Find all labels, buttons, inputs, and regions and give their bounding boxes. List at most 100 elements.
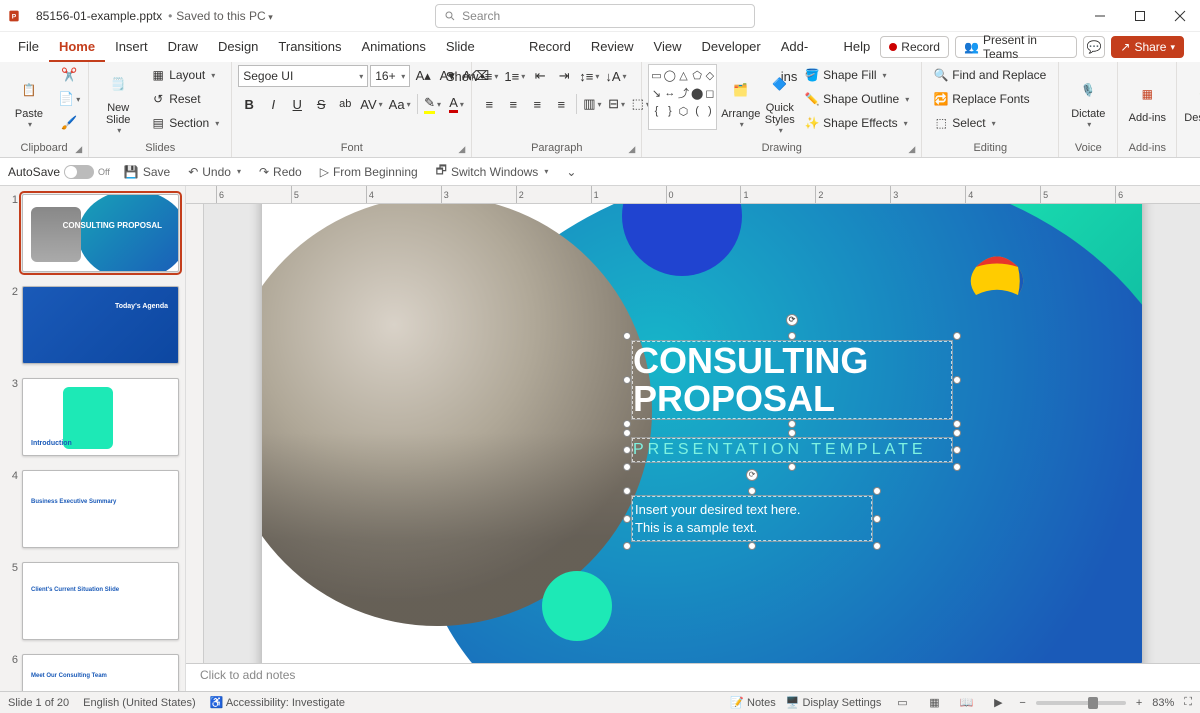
font-launcher[interactable]: ◢	[458, 142, 465, 156]
align-left-button[interactable]: ≡	[478, 93, 500, 115]
quick-styles-button[interactable]: 🔷 Quick Styles	[764, 64, 795, 136]
replace-button[interactable]: 🔁Replace Fonts	[928, 88, 1052, 110]
bullets-button[interactable]: •≡	[478, 65, 500, 87]
tab-view[interactable]: View	[644, 32, 692, 62]
save-state-dropdown[interactable]: Saved to this PC	[174, 9, 272, 23]
normal-view-button[interactable]: ▭	[891, 694, 913, 712]
drawing-launcher[interactable]: ◢	[908, 142, 915, 156]
slide-thumb-2[interactable]: Today's Agenda	[22, 286, 179, 364]
font-size-combo[interactable]: 16+	[370, 65, 410, 87]
tab-draw[interactable]: Draw	[158, 32, 208, 62]
shrink-font-button[interactable]: A▾	[436, 65, 458, 87]
vertical-ruler[interactable]	[186, 204, 204, 663]
font-name-combo[interactable]: Segoe UI	[238, 65, 368, 87]
italic-button[interactable]: I	[262, 93, 284, 115]
slideshow-view-button[interactable]: ▶	[987, 694, 1009, 712]
window-close-button[interactable]	[1160, 0, 1200, 32]
slide-canvas[interactable]: CONSULTING PROPOSAL ⟳ PRESENTATION TEMPL…	[262, 204, 1142, 663]
columns-button[interactable]: ▥	[581, 93, 603, 115]
zoom-out-button[interactable]: −	[1019, 697, 1025, 709]
title-textbox[interactable]: CONSULTING PROPOSAL ⟳	[632, 341, 952, 419]
share-button[interactable]: ↗Share	[1111, 36, 1184, 58]
horizontal-ruler[interactable]: 6543210123456	[186, 186, 1200, 204]
zoom-in-button[interactable]: +	[1136, 697, 1142, 709]
slide-thumb-6[interactable]: Meet Our Consulting Team	[22, 654, 179, 691]
comments-button[interactable]: 💬	[1083, 36, 1106, 58]
language-status[interactable]: English (United States)	[83, 697, 196, 709]
text-direction-button[interactable]: ↓A	[603, 65, 628, 87]
tab-transitions[interactable]: Transitions	[268, 32, 351, 62]
notes-pane[interactable]: Click to add notes	[186, 663, 1200, 691]
tab-design[interactable]: Design	[208, 32, 268, 62]
shape-effects-button[interactable]: ✨Shape Effects	[799, 112, 915, 134]
highlight-button[interactable]: ✎	[422, 93, 444, 115]
fit-to-window-button[interactable]: ⛶	[1184, 696, 1192, 709]
find-button[interactable]: 🔍Find and Replace	[928, 64, 1052, 86]
change-case-button[interactable]: Aa	[387, 93, 413, 115]
hero-image[interactable]	[262, 204, 652, 626]
accessibility-status[interactable]: ♿ Accessibility: Investigate	[210, 696, 345, 709]
reset-button[interactable]: ↺Reset	[145, 88, 225, 110]
slide-thumbnail-panel[interactable]: 1 CONSULTING PROPOSAL 2 Today's Agenda 3…	[0, 186, 186, 691]
slide-thumb-4[interactable]: Business Executive Summary	[22, 470, 179, 548]
increase-indent-button[interactable]: ⇥	[553, 65, 575, 87]
paste-button[interactable]: 📋 Paste	[6, 64, 52, 136]
undo-button[interactable]: ↶Undo	[184, 163, 245, 181]
shadow-button[interactable]: ab	[334, 93, 356, 115]
arrange-button[interactable]: 🗂️ Arrange	[721, 64, 760, 136]
tab-file[interactable]: File	[8, 32, 49, 62]
clipboard-launcher[interactable]: ◢	[75, 142, 82, 156]
save-button[interactable]: 💾Save	[120, 163, 174, 181]
section-button[interactable]: ▤Section	[145, 112, 225, 134]
slide-thumb-3[interactable]: Introduction	[22, 378, 179, 456]
new-slide-button[interactable]: 🗒️ New Slide	[95, 64, 141, 136]
shape-outline-button[interactable]: ✏️Shape Outline	[799, 88, 915, 110]
dictate-button[interactable]: 🎙️ Dictate	[1065, 64, 1111, 136]
display-settings[interactable]: 🖥️ Display Settings	[786, 696, 882, 709]
tab-review[interactable]: Review	[581, 32, 644, 62]
bold-button[interactable]: B	[238, 93, 260, 115]
copy-button[interactable]: 📄	[56, 88, 82, 110]
window-maximize-button[interactable]	[1120, 0, 1160, 32]
strike-button[interactable]: S	[310, 93, 332, 115]
notes-toggle[interactable]: 📝 Notes	[730, 696, 776, 709]
tab-developer[interactable]: Developer	[691, 32, 770, 62]
decrease-indent-button[interactable]: ⇤	[529, 65, 551, 87]
slide-thumb-5[interactable]: Client's Current Situation Slide	[22, 562, 179, 640]
paragraph-launcher[interactable]: ◢	[628, 142, 635, 156]
tab-record[interactable]: Record	[519, 32, 581, 62]
record-button[interactable]: Record	[880, 36, 949, 58]
switch-windows-button[interactable]: 🗗Switch Windows	[432, 159, 553, 184]
align-right-button[interactable]: ≡	[526, 93, 548, 115]
addins-button[interactable]: ▦ Add-ins	[1124, 64, 1170, 136]
select-button[interactable]: ⬚Select	[928, 112, 1052, 134]
numbering-button[interactable]: 1≡	[502, 65, 527, 87]
body-textbox[interactable]: Insert your desired text here. This is a…	[632, 496, 872, 541]
tab-animations[interactable]: Animations	[352, 32, 436, 62]
designer-button[interactable]: ✳️ Designer	[1183, 64, 1200, 136]
slide-counter[interactable]: Slide 1 of 20	[8, 697, 69, 709]
shape-fill-button[interactable]: 🪣Shape Fill	[799, 64, 915, 86]
tab-help[interactable]: Help	[834, 32, 881, 62]
tab-insert[interactable]: Insert	[105, 32, 158, 62]
logo-shape[interactable]	[962, 246, 1032, 316]
redo-button[interactable]: ↷Redo	[255, 163, 306, 181]
zoom-level[interactable]: 83%	[1152, 697, 1174, 709]
sorter-view-button[interactable]: ▦	[923, 694, 945, 712]
zoom-slider[interactable]	[1036, 701, 1126, 705]
present-in-teams-button[interactable]: 👥Present in Teams	[955, 36, 1077, 58]
tab-addins[interactable]: Add-ins	[771, 32, 834, 62]
search-input[interactable]: Search	[435, 4, 755, 28]
line-spacing-button[interactable]: ↕≡	[577, 65, 601, 87]
char-spacing-button[interactable]: AV	[358, 93, 384, 115]
qat-customize-button[interactable]: ⌄	[562, 163, 580, 181]
window-minimize-button[interactable]	[1080, 0, 1120, 32]
justify-button[interactable]: ≡	[550, 93, 572, 115]
underline-button[interactable]: U	[286, 93, 308, 115]
align-center-button[interactable]: ≡	[502, 93, 524, 115]
slide-thumb-1[interactable]: CONSULTING PROPOSAL	[22, 194, 179, 272]
tab-slideshow[interactable]: Slide Show	[436, 32, 519, 62]
subtitle-textbox[interactable]: PRESENTATION TEMPLATE	[632, 438, 952, 462]
reading-view-button[interactable]: 📖	[955, 694, 977, 712]
font-color-button[interactable]: A	[446, 93, 468, 115]
